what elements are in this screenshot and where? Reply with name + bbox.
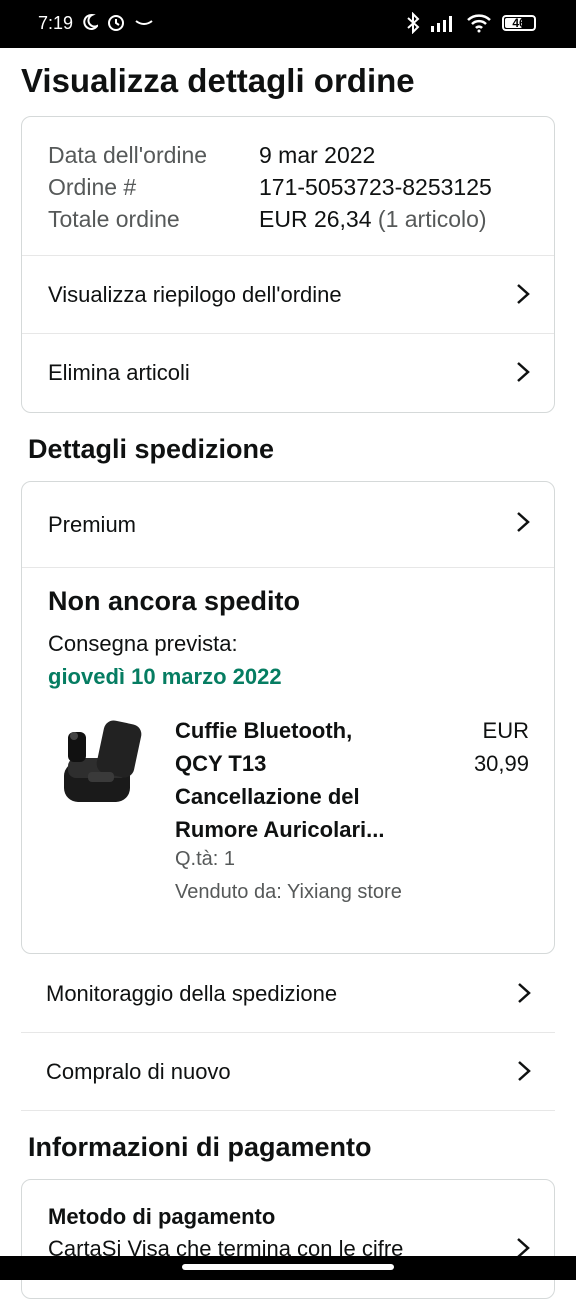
view-order-summary-label: Visualizza riepilogo dell'ordine: [48, 281, 342, 307]
product-price-value: 30,99: [473, 751, 529, 776]
product-title-line: Rumore Auricolari...: [175, 817, 385, 842]
delete-items-link[interactable]: Elimina articoli: [22, 333, 554, 411]
product-image[interactable]: [60, 718, 146, 814]
shipping-method-link[interactable]: Premium: [22, 482, 554, 568]
payment-method-title: Metodo di pagamento: [48, 1204, 276, 1229]
order-number-label: Ordine #: [48, 174, 137, 200]
shipping-section-title: Dettagli spedizione: [28, 434, 275, 464]
order-date-value: 9 mar 2022: [259, 142, 376, 168]
order-number-value: 171-5053723-8253125: [259, 174, 492, 200]
chevron-right-icon: [518, 983, 531, 1003]
chevron-right-icon: [518, 1061, 531, 1081]
bluetooth-icon: [407, 12, 420, 34]
chevron-right-icon: [517, 362, 530, 382]
order-total-items: (1 articolo): [377, 206, 487, 232]
payment-section-title: Informazioni di pagamento: [28, 1132, 372, 1162]
view-order-summary-link[interactable]: Visualizza riepilogo dell'ordine: [22, 255, 554, 333]
order-total-value: EUR 26,34: [259, 206, 372, 232]
product-title-line: Cancellazione del: [175, 784, 360, 809]
moon-icon: [83, 13, 98, 30]
track-shipment-label: Monitoraggio della spedizione: [46, 980, 338, 1006]
product-price: EUR 30,99: [429, 714, 529, 780]
order-total-label: Totale ordine: [48, 206, 180, 232]
track-shipment-link[interactable]: Monitoraggio della spedizione: [21, 955, 555, 1033]
wave-icon: [135, 20, 153, 25]
shipment-status: Non ancora spedito: [48, 586, 301, 616]
alarm-icon: [108, 15, 124, 31]
payment-method-card[interactable]: Metodo di pagamento CartaSi Visa che ter…: [21, 1179, 555, 1299]
buy-again-link[interactable]: Compralo di nuovo: [21, 1033, 555, 1111]
product-seller: Venduto da: Yixiang store: [175, 881, 402, 903]
status-time: 7:19: [38, 13, 74, 33]
battery-level: 46: [512, 16, 526, 30]
delivery-date: giovedì 10 marzo 2022: [48, 664, 282, 689]
page-title: Visualizza dettagli ordine: [21, 62, 415, 99]
product-title-line: Cuffie Bluetooth,: [175, 718, 353, 743]
product-title-line: QCY T13: [175, 751, 267, 776]
buy-again-label: Compralo di nuovo: [46, 1058, 231, 1084]
product-quantity: Q.tà: 1: [175, 848, 236, 870]
status-icons-left: [80, 12, 154, 32]
delete-items-label: Elimina articoli: [48, 359, 190, 385]
order-date-label: Data dell'ordine: [48, 142, 208, 168]
chevron-right-icon: [517, 512, 530, 532]
product-title[interactable]: Cuffie Bluetooth, QCY T13 Cancellazione …: [175, 714, 455, 846]
shipping-method-label: Premium: [48, 511, 137, 537]
home-indicator[interactable]: [182, 1264, 394, 1270]
wifi-icon: [467, 14, 491, 33]
signal-icon: [431, 16, 452, 32]
order-info: Data dell'ordine 9 mar 2022 Ordine # 171…: [48, 139, 492, 235]
status-icons-right: 46: [406, 12, 536, 34]
product-price-currency: EUR: [482, 718, 529, 743]
battery-icon: 46: [502, 15, 536, 31]
chevron-right-icon: [517, 284, 530, 304]
shipping-card: Premium Non ancora spedito Consegna prev…: [21, 481, 555, 954]
status-bar: 7:19 46: [0, 0, 576, 48]
delivery-label: Consegna prevista:: [48, 631, 238, 656]
order-summary-card: Data dell'ordine 9 mar 2022 Ordine # 171…: [21, 116, 555, 413]
system-nav-bar: [0, 1256, 576, 1280]
